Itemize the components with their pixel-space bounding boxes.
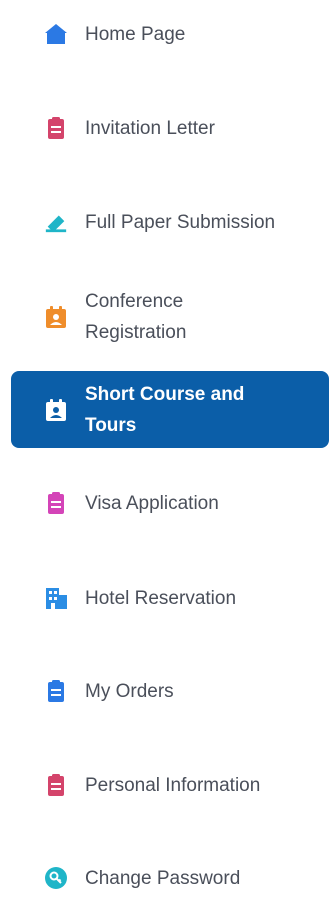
menu-item-label: Full Paper Submission (85, 211, 276, 233)
menu-item-label: Change Password (85, 867, 241, 889)
menu-item-short-course-and-tours[interactable]: Short Course and Tours (11, 371, 329, 448)
menu-item-my-orders[interactable]: My Orders (11, 671, 329, 711)
key-icon (44, 866, 68, 890)
menu-item-invitation-letter[interactable]: Invitation Letter (11, 108, 329, 148)
menu-item-label: Visa Application (85, 492, 219, 514)
menu-item-label: Personal Information (85, 774, 261, 796)
menu-item-label: Short Course and Tours (85, 383, 245, 436)
building-icon (44, 586, 68, 610)
menu-item-label: Hotel Reservation (85, 587, 237, 609)
menu-item-label: Home Page (85, 23, 186, 45)
calendar-user-icon (44, 305, 68, 329)
calendar-user-icon (44, 398, 68, 422)
clipboard-icon (44, 116, 68, 140)
menu-item-conference-registration[interactable]: Conference Registration (11, 285, 329, 349)
menu-item-home-page[interactable]: Home Page (11, 14, 329, 54)
clipboard-icon (44, 773, 68, 797)
clipboard-icon (44, 679, 68, 703)
pen-icon (44, 210, 68, 234)
clipboard-icon (44, 491, 68, 515)
menu-item-visa-application[interactable]: Visa Application (11, 483, 329, 523)
menu-item-label: Conference Registration (85, 291, 187, 343)
menu-item-label: My Orders (85, 680, 174, 702)
menu-item-change-password[interactable]: Change Password (11, 858, 329, 898)
menu-item-label: Invitation Letter (85, 117, 215, 139)
menu-item-personal-information[interactable]: Personal Information (11, 753, 329, 817)
home-icon (44, 22, 68, 46)
menu-item-full-paper-submission[interactable]: Full Paper Submission (11, 190, 329, 254)
menu-item-hotel-reservation[interactable]: Hotel Reservation (11, 578, 329, 618)
sidebar-menu: Home Page Invitation Letter Full Paper S… (0, 0, 329, 891)
